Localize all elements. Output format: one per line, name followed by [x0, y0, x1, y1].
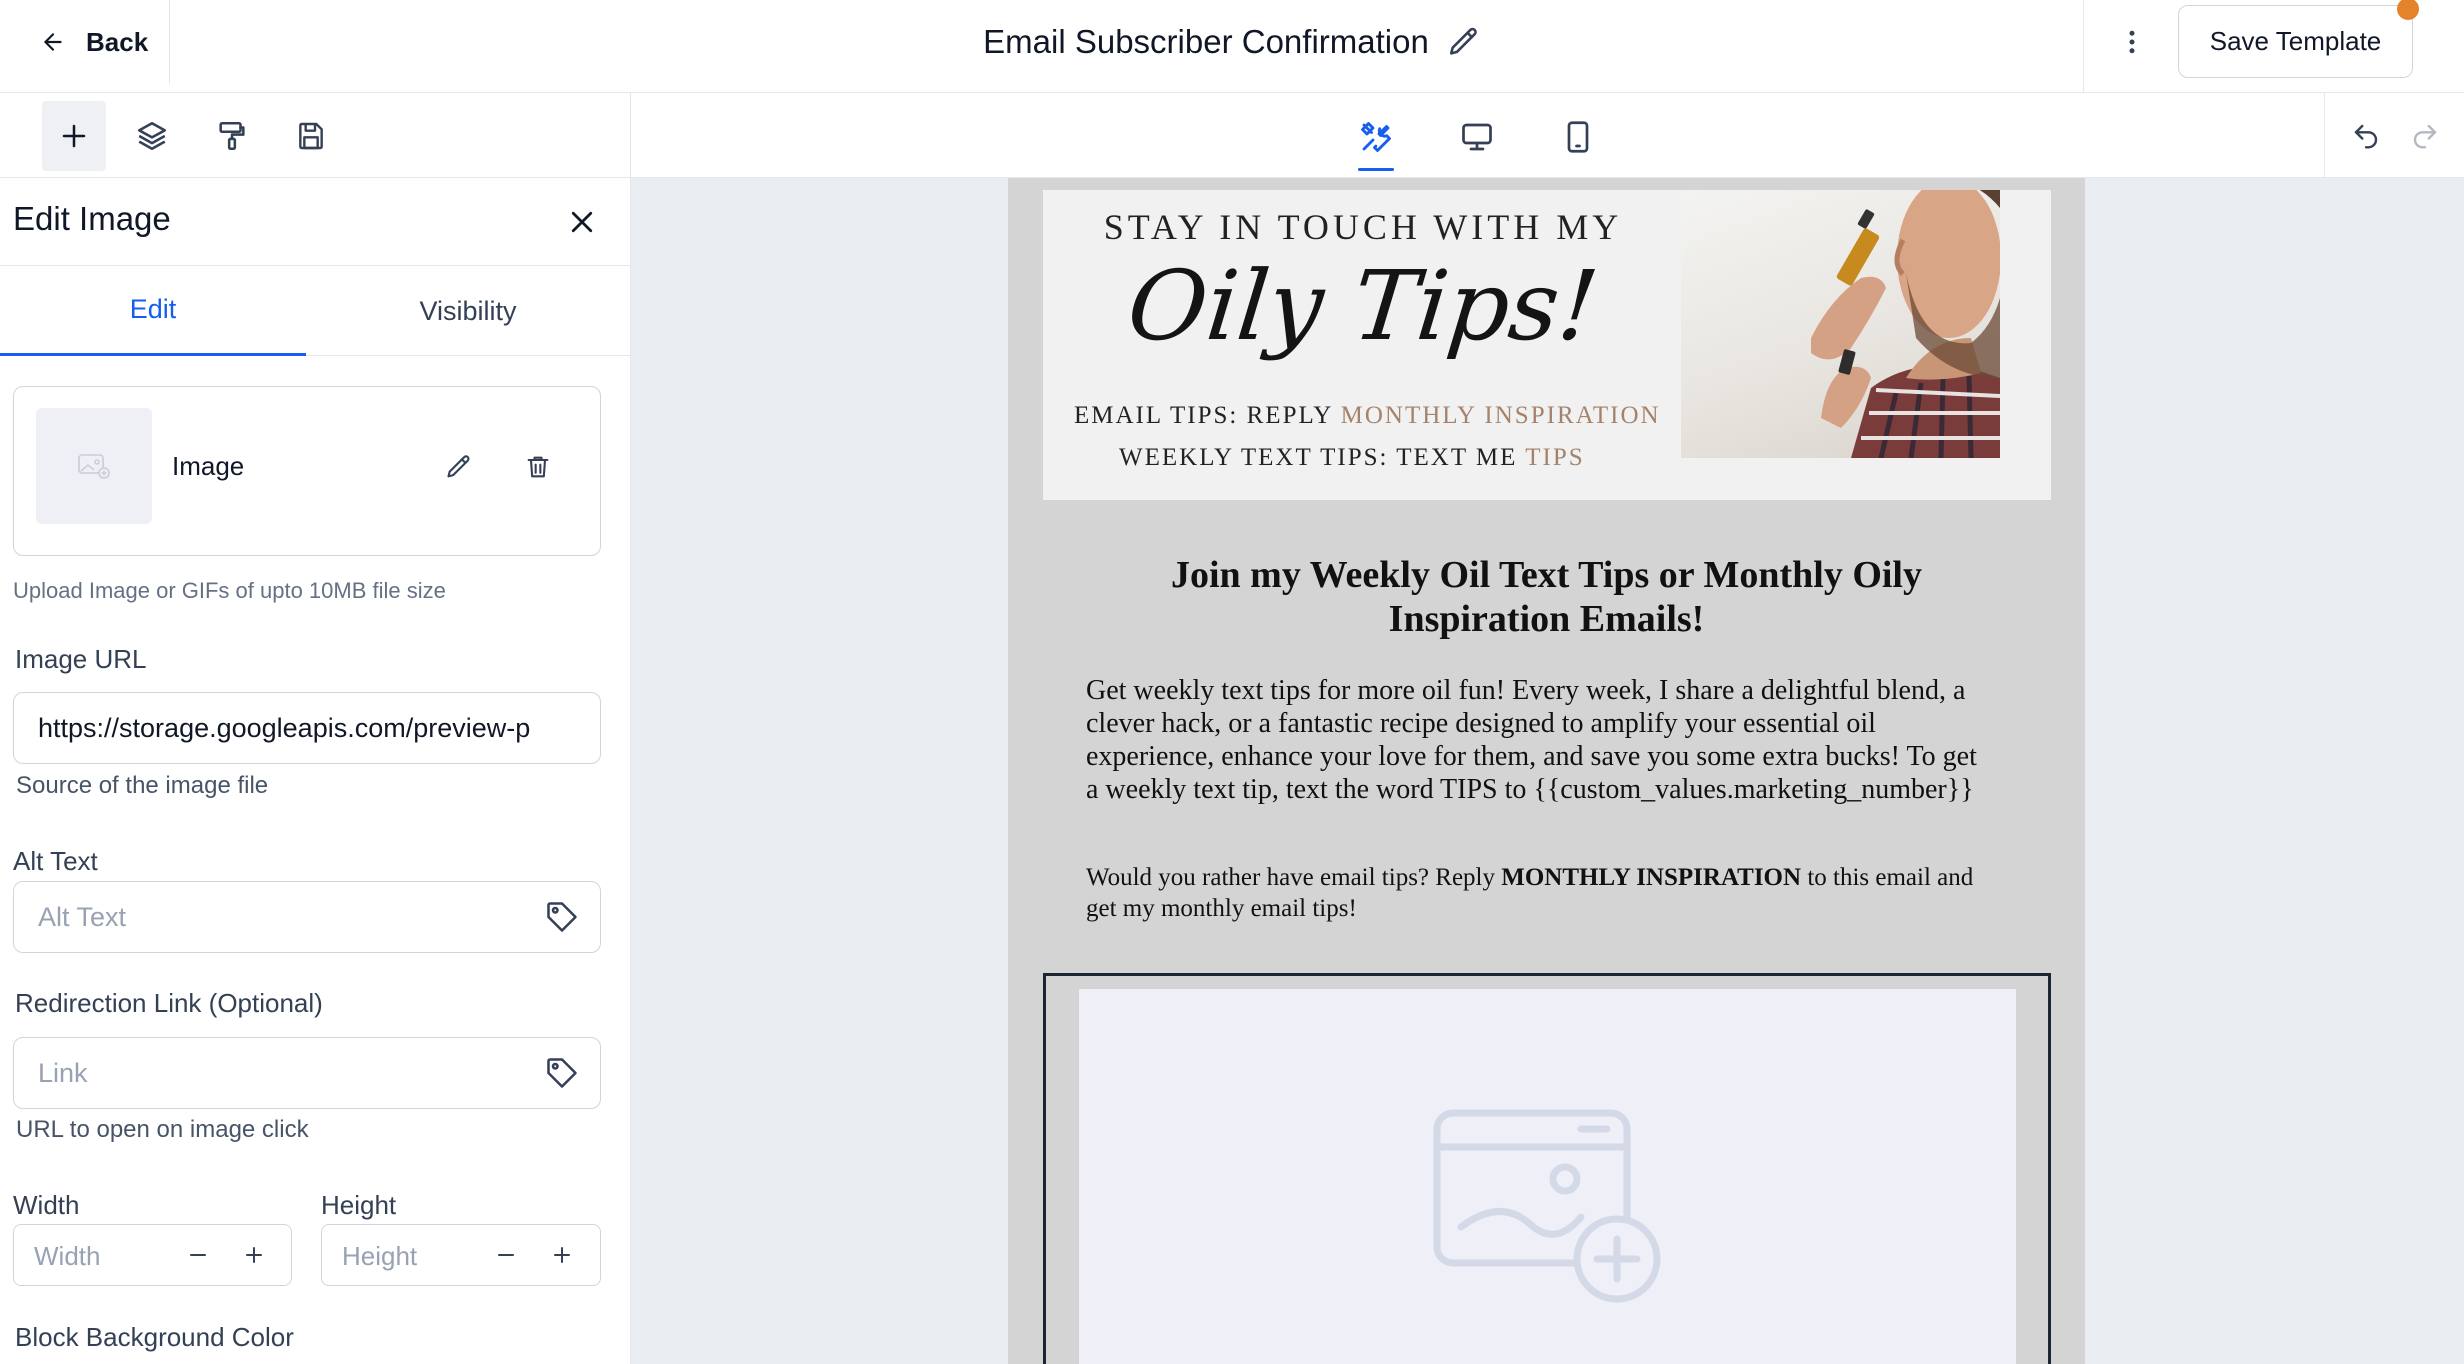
tag-icon[interactable] — [544, 1055, 580, 1091]
height-input[interactable]: Height — [342, 1241, 417, 1272]
add-element-button[interactable] — [42, 101, 106, 171]
email-canvas: STAY IN TOUCH WITH MY Oily Tips! EMAIL T… — [631, 178, 2464, 1364]
template-title-area: Email Subscriber Confirmation — [0, 0, 2464, 84]
image-url-label: Image URL — [15, 644, 147, 674]
undo-icon — [2351, 121, 2381, 151]
image-url-hint: Source of the image file — [16, 772, 269, 799]
image-placeholder — [1079, 989, 2016, 1364]
banner-email-tips: EMAIL TIPS: REPLY MONTHLY INSPIRATION — [1074, 402, 1661, 430]
close-icon[interactable] — [560, 200, 604, 244]
layers-button[interactable] — [120, 101, 184, 171]
alt-text-input[interactable]: Alt Text — [13, 881, 601, 953]
panel-title: Edit Image — [13, 200, 171, 237]
arrow-left-icon — [40, 29, 66, 55]
builder-view-button[interactable] — [1346, 107, 1406, 171]
edit-image-button[interactable] — [439, 447, 479, 487]
desktop-icon — [1459, 119, 1495, 155]
email-body: STAY IN TOUCH WITH MY Oily Tips! EMAIL T… — [1008, 178, 2085, 1364]
email-paragraph-email-tips[interactable]: Would you rather have email tips? Reply … — [1086, 862, 1996, 924]
email-tips-text-a: Would you rather have email tips? Reply — [1086, 864, 1502, 891]
desktop-view-button[interactable] — [1447, 107, 1507, 167]
upload-hint: Upload Image or GIFs of upto 10MB file s… — [13, 578, 446, 603]
plus-icon[interactable] — [544, 1237, 580, 1273]
height-label: Height — [321, 1190, 397, 1220]
width-input[interactable]: Width — [34, 1241, 100, 1272]
save-icon — [295, 120, 327, 152]
minus-icon[interactable] — [180, 1237, 216, 1273]
banner-man-photo — [1681, 190, 2000, 458]
paint-roller-icon — [215, 119, 249, 153]
delete-image-button[interactable] — [518, 447, 558, 487]
panel-tabs: Edit Visibility — [0, 266, 630, 356]
minus-icon[interactable] — [488, 1237, 524, 1273]
toolbar-divider — [2324, 93, 2325, 178]
tab-visibility[interactable]: Visibility — [306, 266, 630, 356]
more-vertical-icon[interactable] — [2110, 20, 2154, 64]
tag-icon[interactable] — [544, 899, 580, 935]
save-template-button[interactable]: Save Template — [2178, 5, 2413, 78]
notification-dot — [2397, 0, 2419, 20]
element-toolbar — [0, 93, 631, 178]
redirect-link-label: Redirection Link (Optional) — [15, 988, 323, 1018]
width-label: Width — [13, 1190, 80, 1220]
banner-title: STAY IN TOUCH WITH MY — [1103, 207, 1623, 247]
redo-icon — [2410, 121, 2440, 151]
banner-text-tips-text: WEEKLY TEXT TIPS: TEXT ME — [1119, 444, 1526, 471]
top-header: Back Email Subscriber Confirmation Save … — [0, 0, 2464, 93]
add-image-icon — [1431, 1107, 1665, 1307]
trash-icon — [524, 453, 552, 481]
plus-icon[interactable] — [236, 1237, 272, 1273]
banner-email-tips-keyword: MONTHLY INSPIRATION — [1340, 402, 1661, 429]
pencil-icon — [445, 453, 473, 481]
header-banner-image[interactable]: STAY IN TOUCH WITH MY Oily Tips! EMAIL T… — [1043, 190, 2051, 500]
email-tips-keyword: MONTHLY INSPIRATION — [1501, 864, 1802, 891]
tools-icon — [1358, 119, 1394, 155]
mobile-view-button[interactable] — [1548, 107, 1608, 167]
redo-button[interactable] — [2404, 115, 2446, 157]
image-card: Image — [13, 386, 601, 556]
tab-edit[interactable]: Edit — [0, 266, 306, 356]
plus-icon — [59, 121, 89, 151]
email-paragraph-weekly-tips[interactable]: Get weekly text tips for more oil fun! E… — [1086, 674, 1996, 806]
canvas-toolbar — [631, 93, 2464, 178]
height-stepper: Height — [321, 1224, 601, 1286]
email-heading[interactable]: Join my Weekly Oil Text Tips or Monthly … — [1078, 553, 2015, 641]
image-placeholder-icon — [77, 452, 111, 480]
edit-image-panel: Edit Image Edit Visibility Image Upload … — [0, 178, 631, 1364]
template-title: Email Subscriber Confirmation — [983, 23, 1429, 60]
bg-color-label: Block Background Color — [15, 1322, 294, 1352]
width-stepper: Width — [13, 1224, 292, 1286]
pencil-icon[interactable] — [1447, 25, 1481, 59]
redirect-link-input[interactable]: Link — [13, 1037, 601, 1109]
banner-script-title: Oily Tips! — [1122, 250, 1604, 362]
panel-header: Edit Image — [0, 178, 630, 266]
alt-text-label: Alt Text — [13, 846, 98, 876]
image-url-input[interactable]: https://storage.googleapis.com/preview-p — [13, 692, 601, 764]
undo-button[interactable] — [2345, 115, 2387, 157]
banner-text-tips-keyword: TIPS — [1525, 444, 1585, 471]
layers-icon — [135, 119, 169, 153]
styles-button[interactable] — [200, 101, 264, 171]
redirect-link-placeholder: Link — [38, 1057, 88, 1088]
banner-email-tips-text: EMAIL TIPS: REPLY — [1074, 402, 1341, 429]
alt-text-placeholder: Alt Text — [38, 901, 127, 932]
back-label: Back — [86, 26, 149, 57]
image-card-label: Image — [172, 451, 245, 481]
header-divider — [2083, 0, 2084, 92]
save-block-button[interactable] — [279, 101, 343, 171]
mobile-icon — [1560, 119, 1596, 155]
back-button[interactable]: Back — [0, 0, 170, 84]
image-thumbnail — [36, 408, 152, 524]
banner-text-tips: WEEKLY TEXT TIPS: TEXT ME TIPS — [1119, 444, 1585, 472]
selected-image-block[interactable] — [1043, 973, 2051, 1364]
redirect-link-hint: URL to open on image click — [16, 1116, 309, 1143]
